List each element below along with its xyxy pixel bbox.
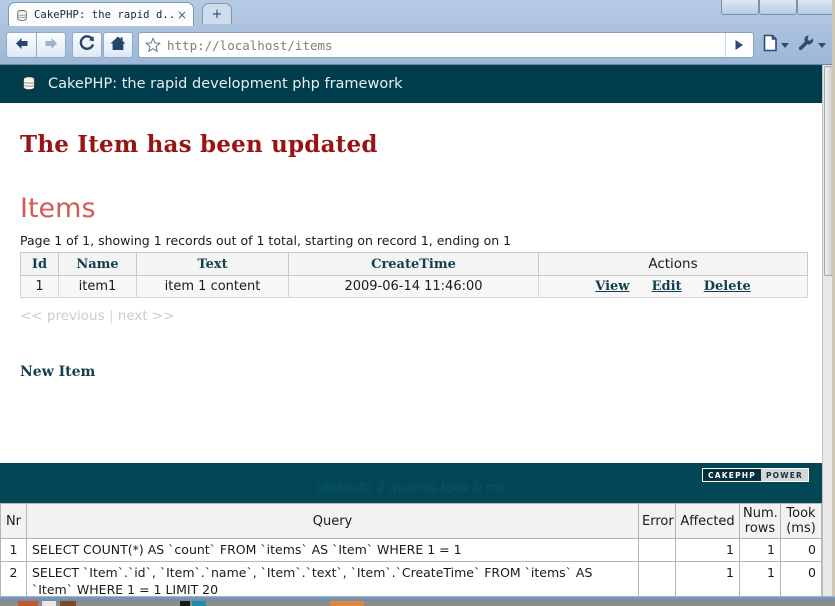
sql-log-row: 1 SELECT COUNT(*) AS `count` FROM `items… bbox=[0, 537, 822, 563]
sql-cell-affected: 1 bbox=[675, 537, 740, 563]
cell-actions: View Edit Delete bbox=[538, 275, 808, 298]
close-window-button[interactable] bbox=[797, 0, 835, 15]
page-icon bbox=[763, 34, 778, 56]
go-button[interactable] bbox=[725, 33, 751, 57]
delete-link[interactable]: Delete bbox=[704, 279, 751, 294]
window-controls bbox=[715, 0, 835, 18]
cell-id: 1 bbox=[20, 275, 59, 298]
wrench-icon bbox=[797, 34, 815, 56]
taskbar-item[interactable] bbox=[18, 601, 38, 606]
tab-title: CakePHP: the rapid d... bbox=[34, 8, 175, 21]
column-header-createtime[interactable]: CreateTime bbox=[288, 252, 539, 276]
previous-link: << previous bbox=[20, 308, 105, 324]
chevron-down-icon bbox=[818, 42, 826, 48]
new-item-action: New Item bbox=[20, 364, 802, 380]
reload-button[interactable] bbox=[72, 32, 102, 58]
browser-chrome: CakePHP: the rapid d... × + http://local… bbox=[0, 0, 835, 65]
sql-cell-query: SELECT `Item`.`id`, `Item`.`name`, `Item… bbox=[26, 561, 639, 596]
column-header-nr: Nr bbox=[0, 503, 27, 539]
new-item-link[interactable]: New Item bbox=[20, 364, 95, 380]
view-link[interactable]: View bbox=[595, 279, 629, 294]
column-header-text[interactable]: Text bbox=[136, 252, 289, 276]
paging-counter: Page 1 of 1, showing 1 records out of 1 … bbox=[20, 233, 512, 248]
screen: CakePHP: the rapid d... × + http://local… bbox=[0, 0, 835, 606]
navigation-toolbar: http://localhost/items bbox=[0, 26, 835, 64]
sql-log-table: Nr Query Error Affected Num. rows Took (… bbox=[0, 503, 822, 596]
new-tab-button[interactable]: + bbox=[202, 3, 232, 24]
tools-menu-button[interactable] bbox=[794, 32, 829, 58]
sql-cell-took: 0 bbox=[780, 537, 822, 563]
back-button[interactable] bbox=[6, 32, 36, 58]
minimize-button[interactable] bbox=[721, 0, 759, 15]
column-header-took: Took (ms) bbox=[780, 503, 822, 539]
back-arrow-icon bbox=[13, 36, 30, 55]
sql-cell-query: SELECT COUNT(*) AS `count` FROM `items` … bbox=[26, 537, 639, 563]
site-header-title: CakePHP: the rapid development php frame… bbox=[48, 76, 403, 92]
address-bar[interactable]: http://localhost/items bbox=[138, 32, 754, 58]
taskbar-item[interactable] bbox=[330, 601, 364, 606]
items-table-header-row: Id Name Text CreateTime Actions bbox=[20, 252, 808, 276]
home-button[interactable] bbox=[103, 32, 133, 58]
star-icon[interactable] bbox=[143, 37, 163, 53]
home-icon bbox=[109, 35, 127, 56]
close-icon[interactable]: × bbox=[175, 9, 189, 21]
column-header-id[interactable]: Id bbox=[20, 252, 59, 276]
cake-icon bbox=[15, 8, 29, 22]
sql-cell-took: 0 bbox=[780, 561, 822, 596]
sql-cell-nr: 1 bbox=[0, 537, 27, 563]
column-header-num-rows: Num. rows bbox=[739, 503, 781, 539]
column-header-actions: Actions bbox=[538, 252, 808, 276]
taskbar-item[interactable] bbox=[42, 601, 56, 606]
sql-log-band: CAKEPHP POWER (default) 2 queries took 0… bbox=[0, 463, 822, 503]
page-title: Items bbox=[20, 193, 96, 224]
maximize-button[interactable] bbox=[759, 0, 797, 15]
column-header-name[interactable]: Name bbox=[58, 252, 137, 276]
taskbar-strip bbox=[0, 601, 835, 606]
next-link: next >> bbox=[117, 308, 175, 324]
flash-message: The Item has been updated bbox=[20, 131, 378, 158]
sql-log-row: 2 SELECT `Item`.`id`, `Item`.`name`, `It… bbox=[0, 561, 822, 596]
sql-cell-num-rows: 1 bbox=[739, 537, 781, 563]
sql-cell-error bbox=[638, 561, 676, 596]
table-row: 1 item1 item 1 content 2009-06-14 11:46:… bbox=[20, 275, 808, 298]
cell-name: item1 bbox=[58, 275, 137, 298]
sql-log-header-row: Nr Query Error Affected Num. rows Took (… bbox=[0, 503, 822, 539]
forward-button[interactable] bbox=[36, 32, 66, 58]
tab-strip: CakePHP: the rapid d... × + bbox=[0, 0, 835, 26]
os-taskbar[interactable] bbox=[0, 596, 835, 606]
sql-cell-affected: 1 bbox=[675, 561, 740, 596]
reload-icon bbox=[78, 34, 96, 56]
url-text[interactable]: http://localhost/items bbox=[163, 38, 725, 53]
sql-cell-nr: 2 bbox=[0, 561, 27, 596]
column-header-query: Query bbox=[26, 503, 639, 539]
sql-cell-num-rows: 1 bbox=[739, 561, 781, 596]
browser-tab[interactable]: CakePHP: the rapid d... × bbox=[8, 2, 194, 26]
badge-right-label: POWER bbox=[760, 469, 808, 481]
sql-cell-error bbox=[638, 537, 676, 563]
page-menu-button[interactable] bbox=[760, 32, 792, 58]
taskbar-item[interactable] bbox=[192, 601, 206, 606]
sql-log-caption: (default) 2 queries took 0 ms bbox=[316, 481, 506, 496]
site-header: CakePHP: the rapid development php frame… bbox=[0, 65, 822, 103]
page-viewport: CakePHP: the rapid development php frame… bbox=[0, 65, 822, 596]
taskbar-item[interactable] bbox=[60, 601, 76, 606]
chevron-down-icon bbox=[781, 42, 789, 48]
cakephp-powered-badge: CAKEPHP POWER bbox=[702, 468, 809, 482]
cell-createtime: 2009-06-14 11:46:00 bbox=[288, 275, 539, 298]
paging-controls: << previous | next >> bbox=[20, 308, 802, 324]
paging-separator: | bbox=[108, 308, 114, 324]
main-content: The Item has been updated Items Page 1 o… bbox=[0, 103, 822, 463]
badge-left-label: CAKEPHP bbox=[703, 469, 761, 481]
cake-icon bbox=[20, 75, 38, 93]
column-header-affected: Affected bbox=[675, 503, 740, 539]
items-table: Id Name Text CreateTime Actions 1 item1 … bbox=[20, 252, 808, 298]
edit-link[interactable]: Edit bbox=[652, 279, 682, 294]
plus-icon: + bbox=[211, 6, 223, 22]
column-header-error: Error bbox=[638, 503, 676, 539]
taskbar-item[interactable] bbox=[180, 601, 190, 606]
forward-arrow-icon bbox=[43, 36, 60, 55]
cell-text: item 1 content bbox=[136, 275, 289, 298]
